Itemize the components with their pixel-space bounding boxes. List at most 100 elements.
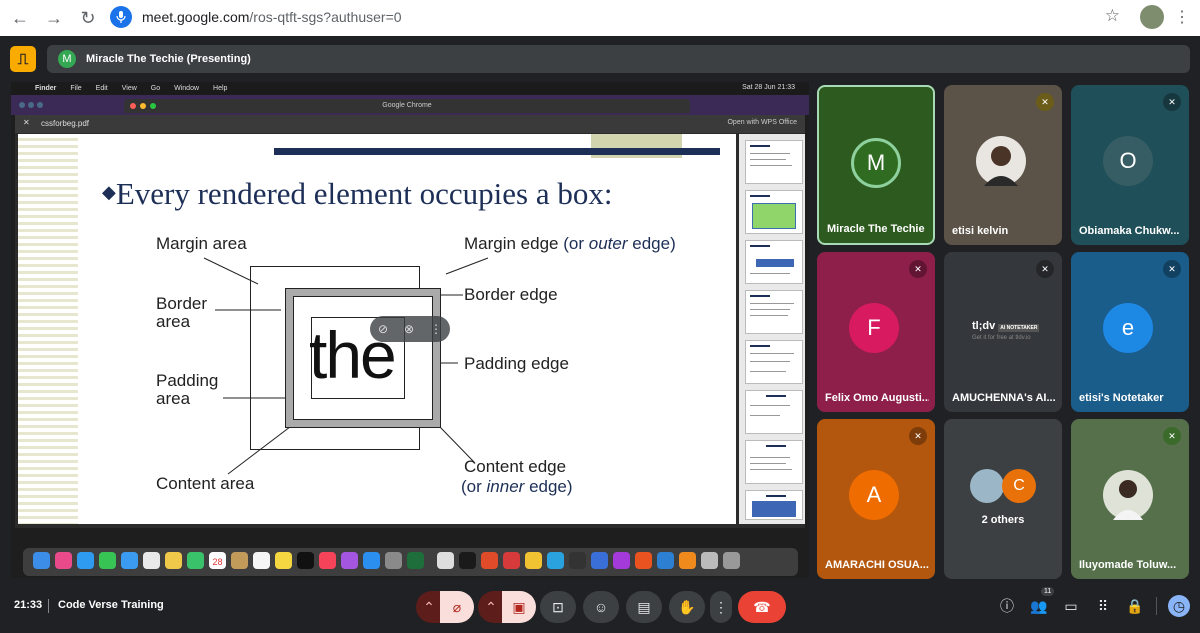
leave-call-button[interactable]: ☎ [738,591,786,623]
participant-name: etisi kelvin [952,225,1009,237]
browser-menu-icon[interactable]: ⋮ [1174,7,1190,27]
thumbnail-page[interactable] [745,390,803,434]
participant-name: Miracle The Techie [827,223,925,235]
label-content-area: Content area [156,474,255,493]
vscode-icon[interactable] [657,552,674,569]
timer-icon[interactable]: ◷ [1168,595,1190,617]
terminal-icon[interactable] [459,552,476,569]
calendar-icon[interactable]: 28 [209,552,226,569]
people-icon[interactable]: 👥 [1030,597,1048,615]
pdf-viewer: ✕ cssforbeg.pdf Open with WPS Office ◆Ev… [15,115,805,528]
back-icon[interactable]: ← [6,4,34,32]
mac-dock: 28 [23,548,798,576]
telegram-icon[interactable] [547,552,564,569]
video-options-button[interactable]: ⌃ [478,591,504,623]
participant-tile[interactable]: C 2 others [944,419,1062,579]
meeting-info-icon[interactable]: ⓘ [998,597,1016,615]
more-options-icon[interactable]: ⋮ [710,591,732,623]
facetime-icon[interactable] [187,552,204,569]
url-path: /ros-qtft-sgs?authuser=0 [249,9,402,25]
divider [1156,597,1157,615]
mac-menubar: Finder File Edit View Go Window Help Sat… [11,82,809,95]
participant-tile[interactable]: ✕ O Obiamaka Chukw... [1071,85,1189,245]
label-margin-edge: Margin edge (or outer edge) [464,235,676,253]
participant-tile[interactable]: ✕ tl;dv AI NOTETAKER Get it for free at … [944,252,1062,412]
meeting-name: Code Verse Training [58,599,164,611]
address-bar[interactable]: meet.google.com/ros-qtft-sgs?authuser=0 [106,3,1122,31]
mute-icon[interactable]: ⊗ [404,322,414,336]
mail-icon[interactable] [121,552,138,569]
safari-icon[interactable] [77,552,94,569]
launchpad-icon[interactable] [55,552,72,569]
host-controls-icon[interactable]: 🔒 [1126,597,1144,615]
participant-name: Felix Omo Augusti... [825,392,929,404]
finder-icon[interactable] [33,552,50,569]
messages-icon[interactable] [99,552,116,569]
thumbnail-page[interactable] [745,290,803,334]
thumbnail-page[interactable] [745,240,803,284]
audio-options-button[interactable]: ⌃ [416,591,442,623]
podcasts-icon[interactable] [341,552,358,569]
site-info-icon[interactable] [110,6,132,28]
opera-icon[interactable] [503,552,520,569]
bookmark-star-icon[interactable]: ☆ [1105,6,1120,26]
thumbnail-page[interactable] [745,440,803,484]
notes-icon[interactable] [275,552,292,569]
forward-icon[interactable]: → [40,4,68,32]
participant-tile[interactable]: ✕ Iluyomade Toluw... [1071,419,1189,579]
muted-icon: ✕ [1163,427,1181,445]
presenter-banner[interactable]: M Miracle The Techie (Presenting) [47,45,1190,73]
profile-avatar[interactable] [1140,5,1164,29]
tv-icon[interactable] [297,552,314,569]
presenter-overlay-controls[interactable]: ⊘ ⊗ ⋮ [370,316,450,342]
vlc-icon[interactable] [679,552,696,569]
pdf-toolbar: ✕ cssforbeg.pdf Open with WPS Office [15,115,805,133]
margin-edge-end: edge) [632,234,676,253]
thumbnail-page[interactable] [745,340,803,384]
shared-screen: Finder File Edit View Go Window Help Sat… [11,82,809,578]
others-label: 2 others [981,514,1025,526]
contacts-icon[interactable] [231,552,248,569]
reload-icon[interactable]: ↻ [74,4,102,32]
close-dot [130,103,136,109]
preview-icon[interactable] [437,552,454,569]
more-options-icon[interactable]: ⋮ [430,322,442,336]
raise-hand-icon[interactable]: ✋ [669,591,705,623]
zoom-icon[interactable] [591,552,608,569]
thumbnail-page[interactable] [745,140,803,184]
maps-icon[interactable] [143,552,160,569]
captions-icon[interactable]: ▤ [626,591,662,623]
brave-icon[interactable] [481,552,498,569]
thumbnail-page[interactable] [745,490,803,520]
capcut-icon[interactable] [569,552,586,569]
unpin-icon[interactable]: ⊘ [378,322,388,336]
participant-tile[interactable]: M Miracle The Techie [817,85,935,245]
chat-icon[interactable]: ▭ [1062,597,1080,615]
emoji-reaction-icon[interactable]: ☺ [583,591,619,623]
label-padding-area-1: Padding [156,371,219,390]
present-screen-icon[interactable]: ⊡ [540,591,576,623]
music-icon[interactable] [319,552,336,569]
microphone-off-icon[interactable]: ⌀ [440,591,474,623]
photos-icon[interactable] [165,552,182,569]
sublime-icon[interactable] [635,552,652,569]
presenter-avatar: M [58,50,76,68]
pip-icon[interactable]: ⎍ [10,46,36,72]
mongodb-icon[interactable] [407,552,424,569]
activities-icon[interactable]: ⠿ [1094,597,1112,615]
participant-tile[interactable]: ✕ A AMARACHI OSUA... [817,419,935,579]
minimize-dot [140,103,146,109]
wps-icon[interactable] [613,552,630,569]
camera-off-icon[interactable]: ▣ [502,591,536,623]
participant-tile[interactable]: ✕ e etisi's Notetaker [1071,252,1189,412]
reminders-icon[interactable] [253,552,270,569]
participant-tile[interactable]: ✕ etisi kelvin [944,85,1062,245]
appstore-icon[interactable] [363,552,380,569]
chrome-icon[interactable] [525,552,542,569]
thumbnail-page[interactable] [745,190,803,234]
downloads-icon[interactable] [701,552,718,569]
participant-tile[interactable]: ✕ F Felix Omo Augusti... [817,252,935,412]
settings-icon[interactable] [385,552,402,569]
label-border-area-1: Border [156,294,208,313]
trash-icon[interactable] [723,552,740,569]
